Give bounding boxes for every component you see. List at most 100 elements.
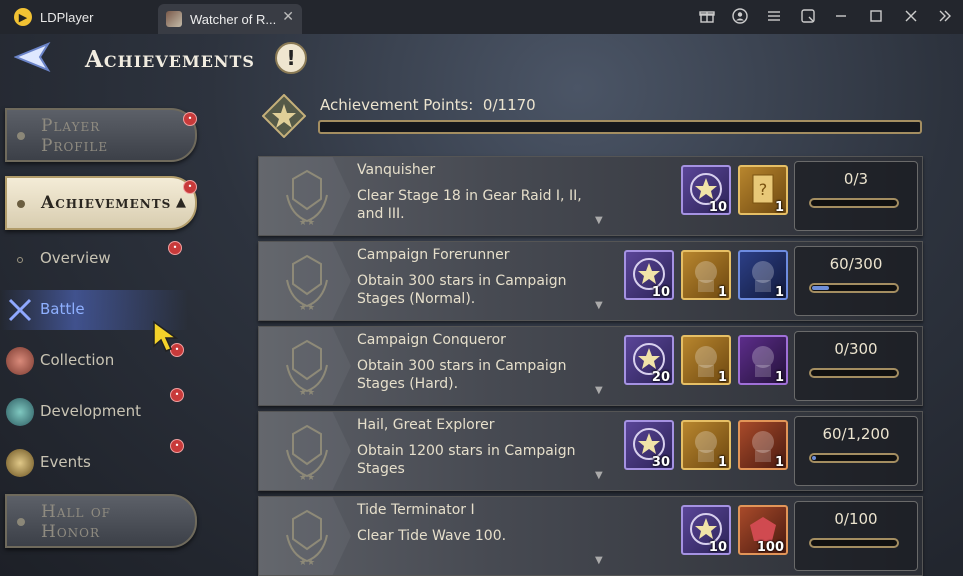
progress-bar bbox=[809, 453, 899, 463]
events-trophy-icon bbox=[6, 449, 34, 477]
achievement-row[interactable]: ★★ Campaign Conqueror Obtain 300 stars i… bbox=[258, 326, 923, 406]
sidebar-subitem-overview[interactable]: Overview • bbox=[0, 239, 188, 279]
info-icon[interactable]: ! bbox=[275, 42, 307, 74]
achievement-row[interactable]: ★★ Tide Terminator I Clear Tide Wave 100… bbox=[258, 496, 923, 576]
progress-text: 0/100 bbox=[834, 510, 878, 528]
achievement-description: Obtain 300 stars in Campaign Stages (Nor… bbox=[357, 273, 567, 307]
achievement-emblem-icon: ★★ bbox=[259, 157, 351, 235]
chevron-down-icon[interactable]: ▼ bbox=[595, 385, 603, 396]
sidebar-subitem-events[interactable]: Events • bbox=[0, 439, 188, 483]
achievement-row[interactable]: ★★ Vanquisher Clear Stage 18 in Gear Rai… bbox=[258, 156, 923, 236]
gift-icon[interactable] bbox=[698, 8, 716, 26]
reward-quantity: 10 bbox=[708, 540, 727, 555]
bullet-icon bbox=[17, 257, 23, 263]
app-name: LDPlayer bbox=[40, 9, 94, 25]
bullet-icon bbox=[17, 132, 25, 140]
game-viewport: Achievements ! Player Profile • Achievem… bbox=[0, 34, 963, 576]
reward-quantity: 1 bbox=[774, 285, 784, 300]
achievement-emblem-icon: ★★ bbox=[259, 412, 351, 490]
achievement-title: Campaign Forerunner bbox=[357, 247, 510, 263]
achievement-description: Clear Stage 18 in Gear Raid I, II, and I… bbox=[357, 188, 582, 222]
achievement-description: Clear Tide Wave 100. bbox=[357, 528, 507, 544]
chevron-down-icon[interactable]: ▼ bbox=[595, 300, 603, 311]
achievement-points-icon[interactable]: 10 bbox=[681, 505, 731, 555]
sidebar-subitem-development[interactable]: Development • bbox=[0, 388, 188, 432]
svg-text:★★: ★★ bbox=[299, 303, 315, 312]
achievement-row[interactable]: ★★ Hail, Great Explorer Obtain 1200 star… bbox=[258, 411, 923, 491]
sidebar-item-label: Player Profile bbox=[41, 116, 109, 156]
collapse-icon[interactable] bbox=[936, 8, 954, 26]
svg-text:?: ? bbox=[759, 180, 768, 199]
screenshot-icon[interactable] bbox=[799, 8, 817, 26]
dark-armor-icon[interactable]: 1 bbox=[738, 335, 788, 385]
achievement-emblem-icon: ★★ bbox=[259, 327, 351, 405]
expand-arrow-icon: ▲ bbox=[176, 195, 186, 210]
achievement-points-icon[interactable]: 10 bbox=[624, 250, 674, 300]
notification-badge-icon: • bbox=[170, 439, 184, 453]
minimize-icon[interactable] bbox=[832, 8, 850, 26]
chevron-down-icon[interactable]: ▼ bbox=[595, 555, 603, 566]
reward-quantity: 10 bbox=[708, 200, 727, 215]
golden-hero-icon[interactable]: 1 bbox=[681, 335, 731, 385]
progress-bar bbox=[809, 538, 899, 548]
achievement-points-icon[interactable]: 20 bbox=[624, 335, 674, 385]
tab-title: Watcher of R... bbox=[190, 11, 277, 27]
mystery-card-icon[interactable]: ? 1 bbox=[738, 165, 788, 215]
notification-badge-icon: • bbox=[183, 180, 197, 194]
account-icon[interactable] bbox=[731, 8, 749, 26]
game-tab-icon bbox=[166, 11, 182, 27]
menu-icon[interactable] bbox=[765, 8, 783, 26]
dark-warrior-icon[interactable]: 1 bbox=[738, 250, 788, 300]
sidebar-item-hall-of-honor[interactable]: Hall of Honor bbox=[5, 494, 197, 548]
achievement-row[interactable]: ★★ Campaign Forerunner Obtain 300 stars … bbox=[258, 241, 923, 321]
progress-text: 60/1,200 bbox=[822, 425, 890, 443]
achievement-progress-panel: 60/300 bbox=[794, 246, 918, 316]
progress-text: 0/3 bbox=[843, 170, 869, 188]
achievement-points-value: 0/1170 bbox=[482, 96, 536, 114]
maximize-icon[interactable] bbox=[867, 8, 885, 26]
tab-close-icon[interactable]: ✕ bbox=[282, 9, 294, 25]
achievement-points-icon[interactable]: 10 bbox=[681, 165, 731, 215]
sidebar-item-player-profile[interactable]: Player Profile • bbox=[5, 108, 197, 162]
sidebar-subitem-label: Development bbox=[40, 402, 141, 420]
progress-bar bbox=[809, 283, 899, 293]
achievement-title: Hail, Great Explorer bbox=[357, 417, 495, 433]
achievement-title: Vanquisher bbox=[357, 162, 436, 178]
achievement-points-icon[interactable]: 30 bbox=[624, 420, 674, 470]
achievement-emblem-icon: ★★ bbox=[259, 497, 351, 575]
red-gem-icon[interactable]: 100 bbox=[738, 505, 788, 555]
reward-quantity: 30 bbox=[651, 455, 670, 470]
achievement-points-icon bbox=[261, 93, 307, 139]
chevron-down-icon[interactable]: ▼ bbox=[595, 215, 603, 226]
svg-text:★★: ★★ bbox=[299, 388, 315, 397]
reward-quantity: 1 bbox=[774, 455, 784, 470]
sidebar-item-achievements[interactable]: Achievements ▲ • bbox=[5, 176, 197, 230]
sidebar-subitem-label: Overview bbox=[40, 249, 111, 267]
golden-relic-icon[interactable]: 1 bbox=[681, 420, 731, 470]
achievement-progress-panel: 0/3 bbox=[794, 161, 918, 231]
achievement-points-bar bbox=[318, 120, 922, 134]
achievement-progress-panel: 0/300 bbox=[794, 331, 918, 401]
reward-quantity: 1 bbox=[717, 370, 727, 385]
sidebar-subitem-label: Collection bbox=[40, 351, 115, 369]
bullet-icon bbox=[17, 518, 25, 526]
chevron-down-icon[interactable]: ▼ bbox=[595, 470, 603, 481]
svg-text:★★: ★★ bbox=[299, 558, 315, 567]
progress-bar-fill bbox=[812, 456, 816, 460]
golden-hero-icon[interactable]: 1 bbox=[681, 250, 731, 300]
progress-text: 0/300 bbox=[834, 340, 878, 358]
back-arrow-icon[interactable] bbox=[13, 41, 54, 73]
sidebar-subitem-label: Battle bbox=[40, 300, 85, 318]
reward-quantity: 1 bbox=[717, 285, 727, 300]
reward-quantity: 1 bbox=[717, 455, 727, 470]
achievement-title: Tide Terminator I bbox=[357, 502, 475, 518]
crimson-demon-icon[interactable]: 1 bbox=[738, 420, 788, 470]
achievement-description: Obtain 300 stars in Campaign Stages (Har… bbox=[357, 358, 567, 392]
tab-game[interactable]: Watcher of R... ✕ bbox=[158, 4, 302, 34]
close-icon[interactable] bbox=[902, 8, 920, 26]
reward-quantity: 20 bbox=[651, 370, 670, 385]
progress-bar bbox=[809, 368, 899, 378]
notification-badge-icon: • bbox=[170, 388, 184, 402]
progress-bar-fill bbox=[812, 286, 829, 290]
page-title: Achievements bbox=[85, 46, 255, 73]
